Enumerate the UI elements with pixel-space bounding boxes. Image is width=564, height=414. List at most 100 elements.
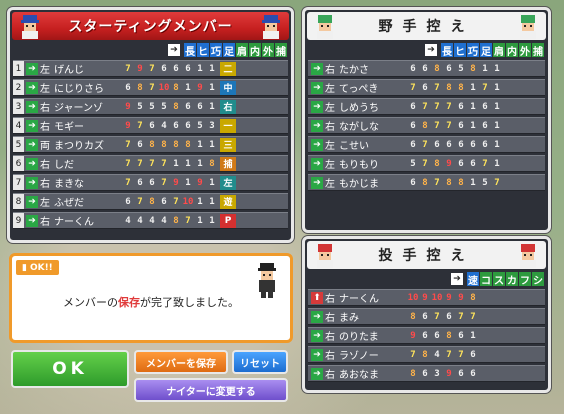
player-row[interactable]: ⬆ 右ナーくん 10 9 10 9 9 8 bbox=[308, 289, 545, 306]
stat-value: 5 bbox=[482, 177, 488, 188]
stat-value: 7 bbox=[410, 82, 416, 93]
stat-value: 9 bbox=[446, 368, 452, 379]
stat-value: 1 bbox=[470, 82, 476, 93]
stat-value: 9 bbox=[173, 177, 179, 188]
player-name: モギー bbox=[54, 122, 84, 133]
throw-hand: 左 bbox=[40, 84, 50, 95]
message-text-after: が完了致しました。 bbox=[140, 296, 239, 309]
stat-value: 6 bbox=[197, 101, 203, 112]
player-row[interactable]: 9 ➔ 右ナーくん 4 4 4 4 8 7 1 1 P bbox=[13, 212, 288, 229]
stat-value: 1 bbox=[494, 139, 500, 150]
stat-value: 6 bbox=[422, 63, 428, 74]
stat-value: 4 bbox=[125, 215, 131, 226]
stat-value: 8 bbox=[185, 139, 191, 150]
player-avatar-icon bbox=[262, 15, 280, 39]
throw-hand: 右 bbox=[325, 65, 335, 76]
stat-value: 6 bbox=[149, 177, 155, 188]
player-avatar-icon bbox=[520, 244, 536, 268]
player-row[interactable]: 6 ➔ 右しだ 7 7 7 7 1 1 1 8 捕 bbox=[13, 155, 288, 172]
throw-hand: 右 bbox=[40, 160, 50, 171]
stat-value: 8 bbox=[173, 139, 179, 150]
stat-value: 4 bbox=[161, 120, 167, 131]
reset-button[interactable]: リセット bbox=[232, 350, 288, 374]
arrow-right-icon: ➔ bbox=[168, 44, 180, 56]
player-row[interactable]: ➔ 右のりたま 9 6 6 8 6 1 bbox=[308, 327, 545, 344]
stat-value: 6 bbox=[422, 311, 428, 322]
stat-value: 4 bbox=[137, 215, 143, 226]
stat-value: 1 bbox=[470, 177, 476, 188]
stat-value: 6 bbox=[185, 101, 191, 112]
stat-header-cell: 巧 bbox=[467, 43, 479, 58]
stat-value: 3 bbox=[434, 368, 440, 379]
stat-value: 9 bbox=[125, 120, 131, 131]
stat-value: 8 bbox=[161, 139, 167, 150]
stat-value: 8 bbox=[446, 330, 452, 341]
stat-value: 6 bbox=[410, 101, 416, 112]
stat-value: 10 bbox=[158, 82, 170, 93]
player-name: こせい bbox=[339, 141, 369, 152]
stat-value: 5 bbox=[137, 101, 143, 112]
player-name: にじりさら bbox=[54, 84, 104, 95]
stat-value: 4 bbox=[434, 349, 440, 360]
stat-header-cell: 外 bbox=[519, 43, 531, 58]
player-row[interactable]: 1 ➔ 左げんじ 7 9 7 6 6 6 1 1 二 bbox=[13, 60, 288, 77]
stat-value: 6 bbox=[458, 368, 464, 379]
player-row[interactable]: ➔ 右あおなま 8 6 3 9 6 6 bbox=[308, 365, 545, 382]
bench-pitchers-list: ⬆ 右ナーくん 10 9 10 9 9 8 ➔ 右まみ 8 6 7 6 7 7 ➔ 右のりたま 9 6 6 8 6 1 ➔ 右ラゾ… bbox=[305, 289, 548, 382]
stat-value: 1 bbox=[494, 120, 500, 131]
player-row[interactable]: ➔ 右ラゾノー 7 8 4 7 7 6 bbox=[308, 346, 545, 363]
save-members-button[interactable]: メンバーを保存 bbox=[134, 350, 228, 374]
player-row[interactable]: ➔ 左もりもり 5 7 8 9 6 6 7 1 bbox=[308, 155, 545, 172]
player-row[interactable]: ➔ 右たかさ 6 6 8 6 5 8 1 1 bbox=[308, 60, 545, 77]
stat-value: 7 bbox=[149, 63, 155, 74]
stat-value: 1 bbox=[185, 177, 191, 188]
player-row[interactable]: 4 ➔ 右モギー 9 7 6 4 6 6 5 3 一 bbox=[13, 117, 288, 134]
switch-to-night-game-button[interactable]: ナイターに変更する bbox=[134, 378, 288, 402]
player-name: まきな bbox=[54, 179, 84, 190]
player-name: たかさ bbox=[339, 65, 369, 76]
player-row[interactable]: ➔ 左しめうち 6 7 7 7 6 1 6 1 bbox=[308, 98, 545, 115]
arrow-right-icon: ➔ bbox=[311, 310, 323, 323]
stat-value: 4 bbox=[161, 215, 167, 226]
player-row[interactable]: ➔ 左こせい 6 7 6 6 6 6 6 1 bbox=[308, 136, 545, 153]
throw-hand: 右 bbox=[325, 313, 335, 324]
player-row[interactable]: ➔ 右ながしな 6 8 7 7 6 1 6 1 bbox=[308, 117, 545, 134]
player-row[interactable]: ➔ 左てっぺき 7 6 7 8 8 1 7 1 bbox=[308, 79, 545, 96]
player-name: しめうち bbox=[339, 103, 379, 114]
player-row[interactable]: 5 ➔ 両まつりカズ 7 6 8 8 8 8 1 1 三 bbox=[13, 136, 288, 153]
arrow-right-icon: ➔ bbox=[311, 100, 323, 113]
player-row[interactable]: ➔ 右まみ 8 6 7 6 7 7 bbox=[308, 308, 545, 325]
stat-value: 6 bbox=[185, 120, 191, 131]
batting-order: 6 bbox=[13, 156, 24, 171]
player-name: ナーくん bbox=[339, 294, 379, 305]
starting-members-title-bar: スターティングメンバー bbox=[12, 12, 289, 40]
stat-value: 6 bbox=[125, 82, 131, 93]
arrow-right-icon: ➔ bbox=[26, 81, 38, 94]
player-row[interactable]: 2 ➔ 左にじりさら 6 8 7 10 8 1 9 1 中 bbox=[13, 79, 288, 96]
stat-value: 8 bbox=[173, 215, 179, 226]
stat-value: 8 bbox=[434, 63, 440, 74]
message-text-before: メンバーの bbox=[63, 296, 118, 309]
batting-order: 3 bbox=[13, 99, 24, 114]
position-badge: P bbox=[220, 213, 236, 228]
stat-value: 1 bbox=[173, 158, 179, 169]
batting-order: 4 bbox=[13, 118, 24, 133]
player-row[interactable]: 8 ➔ 左ふぜだ 6 7 8 6 7 10 1 1 遊 bbox=[13, 193, 288, 210]
starting-members-panel: スターティングメンバー ➔ 長ヒ巧足肩内外捕 1 ➔ 左げんじ 7 9 7 6 6 6 1 1 二 2 ➔… bbox=[7, 7, 294, 243]
stat-value: 5 bbox=[458, 63, 464, 74]
stat-value: 6 bbox=[434, 139, 440, 150]
player-name: ながしな bbox=[339, 122, 379, 133]
player-row[interactable]: ➔ 左もかじま 6 8 7 8 8 1 5 7 bbox=[308, 174, 545, 191]
starting-members-title: スターティングメンバー bbox=[68, 19, 233, 35]
stat-value: 7 bbox=[470, 311, 476, 322]
throw-hand: 右 bbox=[325, 332, 335, 343]
stat-value: 6 bbox=[458, 120, 464, 131]
stat-header-cell: 外 bbox=[262, 43, 274, 58]
stat-value: 9 bbox=[197, 82, 203, 93]
stat-value: 7 bbox=[149, 82, 155, 93]
ok-button[interactable]: OK bbox=[11, 350, 129, 388]
player-row[interactable]: 3 ➔ 右ジャーンゾ 9 5 5 5 8 6 6 1 右 bbox=[13, 98, 288, 115]
stat-header-cell: 足 bbox=[223, 43, 235, 58]
stat-value: 7 bbox=[422, 139, 428, 150]
player-row[interactable]: 7 ➔ 右まきな 7 6 6 7 9 1 9 1 左 bbox=[13, 174, 288, 191]
